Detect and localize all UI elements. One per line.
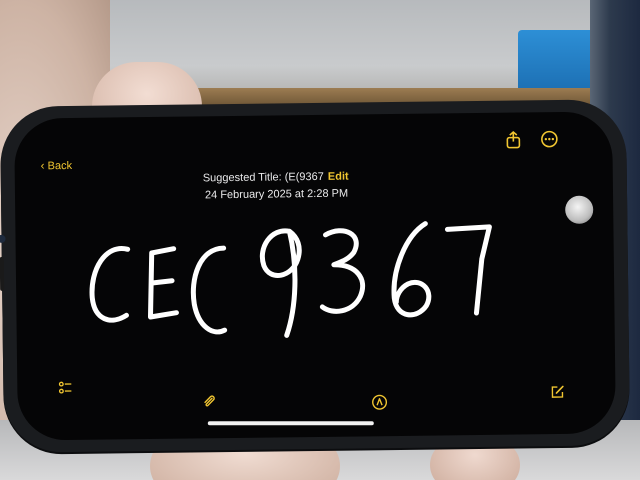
handwritten-note xyxy=(89,221,492,338)
paperclip-icon[interactable] xyxy=(201,394,217,410)
assistive-touch-button[interactable] xyxy=(565,195,594,224)
back-button[interactable]: ‹ Back xyxy=(41,158,73,172)
phone: ‹ Back Suggested Title: (E(9367 Edit 24 Fe… xyxy=(0,99,631,453)
front-camera xyxy=(0,234,6,243)
markup-pen-icon[interactable] xyxy=(371,394,388,410)
earpiece-speaker xyxy=(0,256,5,291)
suggested-title: Suggested Title: (E(9367 Edit xyxy=(202,169,483,185)
notes-screen: ‹ Back Suggested Title: (E(9367 Edit 24 Fe… xyxy=(14,111,616,441)
share-icon[interactable] xyxy=(504,130,522,149)
checklist-icon[interactable] xyxy=(57,380,73,396)
home-indicator[interactable] xyxy=(207,421,374,426)
photo-scene: ‹ Back Suggested Title: (E(9367 Edit 24 Fe… xyxy=(0,0,640,480)
blue-box xyxy=(518,30,600,92)
back-label: Back xyxy=(47,159,73,173)
suggested-title-text: Suggested Title: (E(9367 xyxy=(202,170,324,185)
more-icon[interactable] xyxy=(540,130,558,148)
chevron-left-icon: ‹ xyxy=(40,158,45,173)
edit-title-button[interactable]: Edit xyxy=(328,171,349,183)
compose-icon[interactable] xyxy=(549,384,565,400)
note-date: 24 February 2025 at 2:28 PM xyxy=(204,187,349,202)
